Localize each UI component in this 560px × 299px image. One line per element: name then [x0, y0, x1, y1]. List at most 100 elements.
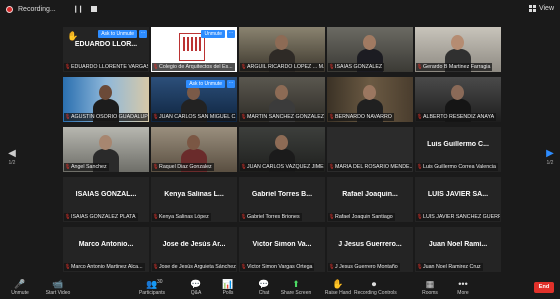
participant-more-icon[interactable]: ⋯: [139, 30, 147, 38]
participant-display-name: Victor Simon Va...: [252, 241, 312, 248]
participant-tile[interactable]: Rafael Joaquin... 🎙 Rafael Joaquin Santiag…: [327, 177, 413, 222]
participants-icon: 👥: [146, 279, 158, 289]
participant-tile[interactable]: Jose de Jesús Ar... 🎙 Jose de Jesús Arguie…: [151, 227, 237, 272]
participant-tile[interactable]: Kenya Salinas L... 🎙 Kenya Salinas López: [151, 177, 237, 222]
participant-name: JUAN CARLOS SAN MIGUEL C...: [159, 114, 236, 120]
microphone-muted-icon: 🎙: [240, 264, 247, 270]
participant-more-icon[interactable]: ⋯: [227, 80, 235, 88]
microphone-muted-icon: 🎙: [416, 214, 423, 220]
share-screen-button[interactable]: ⬆ Share Screen: [276, 278, 316, 296]
recording-controls-button[interactable]: ⏺ Recording Controls: [354, 278, 397, 296]
raise-hand-button[interactable]: ✋ Raise Hand: [318, 278, 358, 296]
participant-tile[interactable]: LUIS JAVIER SA... 🎙 LUIS JAVIER SANCHEZ GU…: [415, 177, 501, 222]
participant-name-label: 🎙 Luis Guillermo Correa Valencia: [416, 163, 498, 171]
participant-display-name: Luis Guillermo C...: [427, 141, 489, 148]
participant-tile[interactable]: 🎙 MARIA DEL ROSARIO MENDE...: [327, 127, 413, 172]
participant-name: Kenya Salinas López: [159, 214, 209, 220]
page-indicator-left: 1/2: [8, 160, 16, 166]
participant-display-name: Rafael Joaquin...: [342, 191, 398, 198]
participant-tile[interactable]: Ask to Unmute ⋯ 🎙 JUAN CARLOS SAN MIGUEL C.…: [151, 77, 237, 122]
participant-tile[interactable]: Gabriel Torres B... 🎙 Gabriel Torres Brion…: [239, 177, 325, 222]
microphone-muted-icon: 🎙: [416, 114, 423, 120]
microphone-muted-icon: 🎙: [240, 114, 247, 120]
chevron-left-icon: ◀: [8, 148, 16, 159]
pause-recording-icon[interactable]: ❙❙: [73, 5, 84, 13]
participant-name-label: 🎙 J Jesus Guerrero Montaño: [328, 263, 400, 271]
meeting-toolbar: End 🎤 Unmute 📹 Start Video 👥 30 Participants 💬 Q…: [0, 276, 560, 299]
microphone-muted-icon: 🎙: [328, 264, 335, 270]
microphone-muted-icon: 🎤: [14, 279, 26, 289]
polls-button[interactable]: 📊 Polls: [208, 278, 248, 296]
participant-name: Gabriel Torres Briones: [247, 214, 300, 220]
participant-name: AGUSTIN OSORIO GUADALUPE: [71, 114, 148, 120]
participant-tile[interactable]: Unmute ⋯ 🎙 Colegio de Arquitectos del Es...: [151, 27, 237, 72]
participant-name: MARTIN SANCHEZ GONZALEZ: [247, 114, 324, 120]
participant-tile[interactable]: Luis Guillermo C... 🎙 Luis Guillermo Corre…: [415, 127, 501, 172]
participant-name: J Jesus Guerrero Montaño: [335, 264, 398, 270]
participant-tile[interactable]: 🎙 ALBERTO RESENDIZ ANAYA: [415, 77, 501, 122]
recording-indicator: Recording... ❙❙: [6, 5, 98, 13]
participant-tile[interactable]: ISAIAS GONZAL... 🎙 ISAIAS GONZALEZ PLATA: [63, 177, 149, 222]
previous-page-button[interactable]: ◀ 1/2: [6, 148, 18, 166]
more-button[interactable]: ••• More: [443, 278, 483, 296]
participant-display-name: Jose de Jesús Ar...: [162, 241, 226, 248]
more-icon: •••: [458, 279, 468, 289]
video-off-button[interactable]: 📹 Start Video: [38, 278, 78, 296]
participant-name-label: 🎙 MARIA DEL ROSARIO MENDE...: [328, 163, 412, 171]
ask-to-unmute-button[interactable]: Ask to Unmute: [186, 80, 225, 88]
microphone-muted-icon: 🎙: [152, 164, 159, 170]
microphone-muted-icon: 🎙: [328, 214, 335, 220]
participant-name-label: 🎙 Victor Simon Vargas Ortega: [240, 263, 315, 271]
end-meeting-button[interactable]: End: [534, 282, 554, 293]
participant-name: BERNARDO NAVARRO: [335, 114, 392, 120]
participant-display-name: Kenya Salinas L...: [164, 191, 224, 198]
participant-tile[interactable]: 🎙 JUAN CARLOS VAZQUEZ JIME...: [239, 127, 325, 172]
participant-name: Rafael Joaquin Santiago: [335, 214, 393, 220]
participant-more-icon[interactable]: ⋯: [227, 30, 235, 38]
stop-recording-icon[interactable]: [91, 6, 98, 12]
participant-name: MARIA DEL ROSARIO MENDE...: [335, 164, 412, 170]
participant-name: Victor Simon Vargas Ortega: [247, 264, 313, 270]
toolbar-button-label: Unmute: [11, 290, 29, 296]
participants-button[interactable]: 👥 30 Participants: [132, 278, 172, 296]
participant-name-label: 🎙 Raquel Diaz Gonzalez: [152, 163, 214, 171]
participant-name: Angel Sanchez: [71, 164, 107, 170]
participant-tile[interactable]: 🎙 MARTIN SANCHEZ GONZALEZ: [239, 77, 325, 122]
participant-tile[interactable]: Marco Antonio... 🎙 Marco Antonio Martinez …: [63, 227, 149, 272]
microphone-muted-icon: 🎙: [240, 64, 247, 70]
participant-tile[interactable]: 🎙 Gerardo B Martinez Farragia: [415, 27, 501, 72]
view-button[interactable]: View: [528, 5, 554, 12]
microphone-muted-icon: 🎙: [416, 164, 423, 170]
participant-display-name: J Jesus Guerrero...: [338, 241, 402, 248]
next-page-button[interactable]: ▶ 1/2: [544, 148, 556, 166]
participant-tile[interactable]: Victor Simon Va... 🎙 Victor Simon Vargas O…: [239, 227, 325, 272]
participant-tile[interactable]: 🎙 Angel Sanchez: [63, 127, 149, 172]
participant-video-grid: EDUARDO LLOR... ✋ Ask to Unmute ⋯ 🎙 EDUARDO L…: [63, 27, 503, 272]
participant-tile[interactable]: 🎙 ISAIAS GONZALEZ: [327, 27, 413, 72]
participant-tile[interactable]: J Jesus Guerrero... 🎙 J Jesus Guerrero Mon…: [327, 227, 413, 272]
participant-name: ALBERTO RESENDIZ ANAYA: [423, 114, 495, 120]
participant-name-label: 🎙 AGUSTIN OSORIO GUADALUPE: [64, 113, 148, 121]
participant-name: Raquel Diaz Gonzalez: [159, 164, 212, 170]
ask-to-unmute-button[interactable]: Ask to Unmute: [98, 30, 137, 38]
participant-tile[interactable]: 🎙 BERNARDO NAVARRO: [327, 77, 413, 122]
participant-name-label: 🎙 ALBERTO RESENDIZ ANAYA: [416, 113, 497, 121]
unmute-button[interactable]: Unmute: [201, 30, 225, 38]
participant-tile[interactable]: 🎙 ARGUIL RICARDO LOPEZ ... M...: [239, 27, 325, 72]
participant-tile[interactable]: 🎙 Raquel Diaz Gonzalez: [151, 127, 237, 172]
microphone-muted-icon: 🎙: [328, 64, 335, 70]
participant-name: Colegio de Arquitectos del Es...: [159, 64, 233, 70]
participant-tile[interactable]: 🎙 AGUSTIN OSORIO GUADALUPE: [63, 77, 149, 122]
microphone-muted-button[interactable]: 🎤 Unmute: [0, 278, 40, 296]
raise-hand-icon: ✋: [332, 279, 344, 289]
participant-name: EDUARDO LLORENTE VARGAS: [71, 64, 148, 70]
participant-name-label: 🎙 Marco Antonio Martinez Alca...: [64, 263, 145, 271]
participant-display-name: Gabriel Torres B...: [251, 191, 313, 198]
raised-hand-icon: ✋: [67, 31, 79, 41]
participant-tile[interactable]: Juan Noel Rami... 🎙 Juan Noel Ramirez Cruz: [415, 227, 501, 272]
participant-tile[interactable]: EDUARDO LLOR... ✋ Ask to Unmute ⋯ 🎙 EDUARDO L…: [63, 27, 149, 72]
participant-name-label: 🎙 EDUARDO LLORENTE VARGAS: [64, 63, 148, 71]
participant-display-name: Marco Antonio...: [78, 241, 134, 248]
toolbar-button-label: More: [457, 290, 469, 296]
participant-display-name: Juan Noel Rami...: [428, 241, 488, 248]
